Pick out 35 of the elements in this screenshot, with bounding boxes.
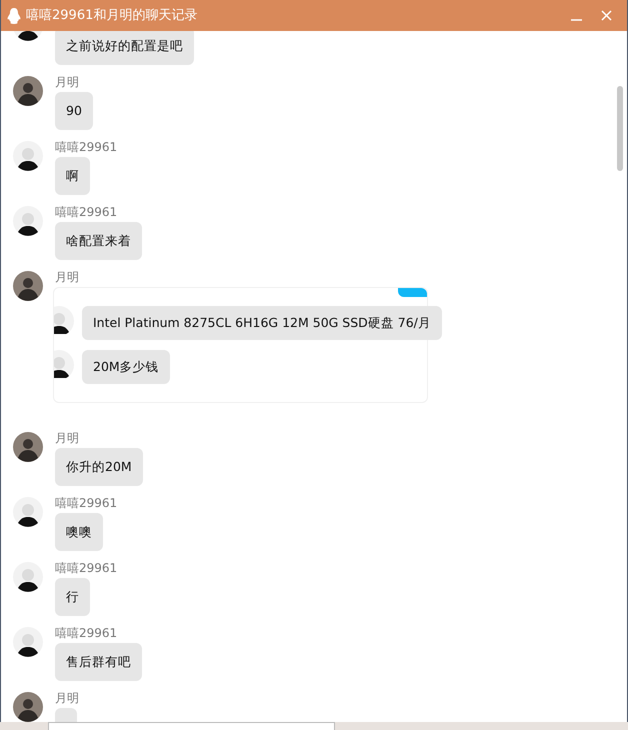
close-icon xyxy=(600,10,612,21)
avatar-icon[interactable] xyxy=(13,206,43,236)
avatar-icon[interactable] xyxy=(13,141,43,171)
message-bubble: 啊 xyxy=(55,157,90,195)
message-bubble: 你升的20M xyxy=(55,448,143,486)
scrollbar-thumb[interactable] xyxy=(617,86,623,171)
avatar-icon[interactable] xyxy=(13,562,43,592)
sender-name: 嘻嘻29961 xyxy=(55,560,118,576)
avatar-icon[interactable] xyxy=(13,692,43,722)
sender-name: 月明 xyxy=(55,74,79,90)
avatar-icon[interactable] xyxy=(54,306,74,334)
message-bubble: 行 xyxy=(55,578,90,616)
sender-name: 嘻嘻29961 xyxy=(55,625,118,641)
avatar-icon[interactable] xyxy=(54,350,74,378)
avatar-icon[interactable] xyxy=(13,432,43,462)
message-bubble: 啥配置来着 xyxy=(55,222,142,260)
sender-name: 嘻嘻29961 xyxy=(55,139,118,155)
message-bubble: 售后群有吧 xyxy=(55,643,142,681)
penguin-icon xyxy=(7,8,21,24)
message-bubble: 噢噢 xyxy=(55,513,103,551)
minimize-icon xyxy=(570,18,582,21)
window-title: 嘻嘻29961和月明的聊天记录 xyxy=(26,6,198,25)
avatar-icon[interactable] xyxy=(13,271,43,301)
sender-name: 月明 xyxy=(55,690,79,706)
sender-name: 月明 xyxy=(55,269,79,285)
message-bubble: Intel Platinum 8275CL 6H16G 12M 50G SSD硬盘 76/月 xyxy=(82,306,442,340)
message-bubble: 90 xyxy=(55,92,93,130)
avatar-icon[interactable] xyxy=(13,627,43,657)
avatar-icon[interactable] xyxy=(13,497,43,527)
sender-name: 嘻嘻29961 xyxy=(55,204,118,220)
avatar-icon[interactable] xyxy=(13,76,43,106)
message-bubble: 20M多少钱 xyxy=(82,350,170,384)
message-bubble: 之前说好的配置是吧 xyxy=(55,31,194,65)
sender-name: 月明 xyxy=(55,430,79,446)
sender-name: 嘻嘻29961 xyxy=(55,495,118,511)
